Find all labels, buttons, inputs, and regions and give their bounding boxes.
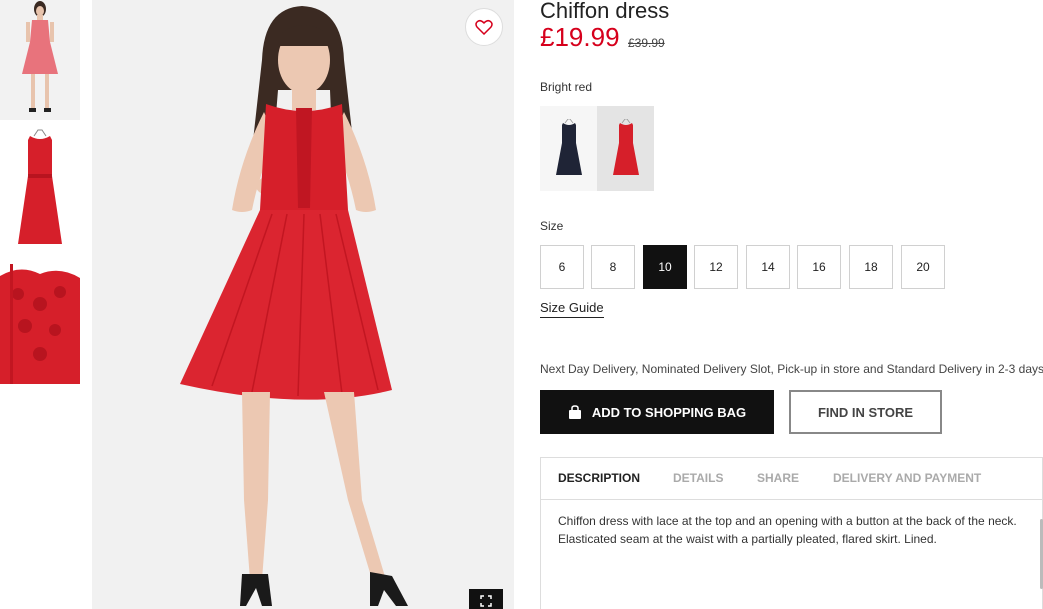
description-text: Chiffon dress with lace at the top and a… (558, 514, 1017, 546)
model-photo (92, 0, 514, 609)
dress-red-icon (612, 118, 639, 175)
add-to-bag-label: ADD TO SHOPPING BAG (591, 404, 747, 420)
size-option-16[interactable]: 16 (797, 245, 841, 289)
size-option-14[interactable]: 14 (746, 245, 790, 289)
thumbnail-lace-detail[interactable] (0, 264, 80, 384)
thumbnail-model-front[interactable] (0, 0, 80, 120)
thumbnail-lace-detail-image (0, 264, 80, 384)
tab-bar: DESCRIPTION DETAILS SHARE DELIVERY AND P… (541, 458, 1042, 500)
size-option-8[interactable]: 8 (591, 245, 635, 289)
main-product-image (92, 0, 514, 609)
find-in-store-button[interactable]: FIND IN STORE (789, 390, 942, 434)
size-option-12[interactable]: 12 (694, 245, 738, 289)
color-swatch-dark-blue[interactable] (540, 106, 597, 191)
color-swatch-bright-red[interactable] (597, 106, 654, 191)
delivery-info: Next Day Delivery, Nominated Delivery Sl… (540, 362, 1043, 376)
thumbnail-model-front-image (0, 0, 80, 120)
product-title: Chiffon dress (540, 0, 670, 23)
color-name: Bright red (540, 80, 593, 94)
heart-icon (475, 19, 493, 35)
size-guide-link[interactable]: Size Guide (540, 300, 604, 318)
dress-dark-icon (555, 118, 582, 175)
size-option-6[interactable]: 6 (540, 245, 584, 289)
shopping-bag-icon (568, 405, 581, 419)
add-to-bag-button[interactable]: ADD TO SHOPPING BAG (540, 390, 774, 434)
thumbnail-dress-front[interactable] (0, 126, 80, 254)
size-option-20[interactable]: 20 (901, 245, 945, 289)
size-option-18[interactable]: 18 (849, 245, 893, 289)
tab-description[interactable]: DESCRIPTION (558, 471, 640, 485)
size-label: Size (540, 219, 564, 233)
original-price: £39.99 (628, 36, 665, 50)
expand-image-button[interactable] (469, 589, 503, 609)
favorite-button[interactable] (465, 8, 503, 46)
product-tabs-panel: DESCRIPTION DETAILS SHARE DELIVERY AND P… (540, 457, 1043, 609)
size-option-10[interactable]: 10 (643, 245, 687, 289)
tab-details[interactable]: DETAILS (673, 471, 723, 485)
product-price: £19.99 (540, 22, 620, 52)
thumbnail-dress-front-image (0, 126, 80, 254)
tab-share[interactable]: SHARE (757, 471, 799, 485)
tab-delivery-and-payment[interactable]: DELIVERY AND PAYMENT (833, 471, 981, 485)
expand-icon (480, 595, 492, 607)
